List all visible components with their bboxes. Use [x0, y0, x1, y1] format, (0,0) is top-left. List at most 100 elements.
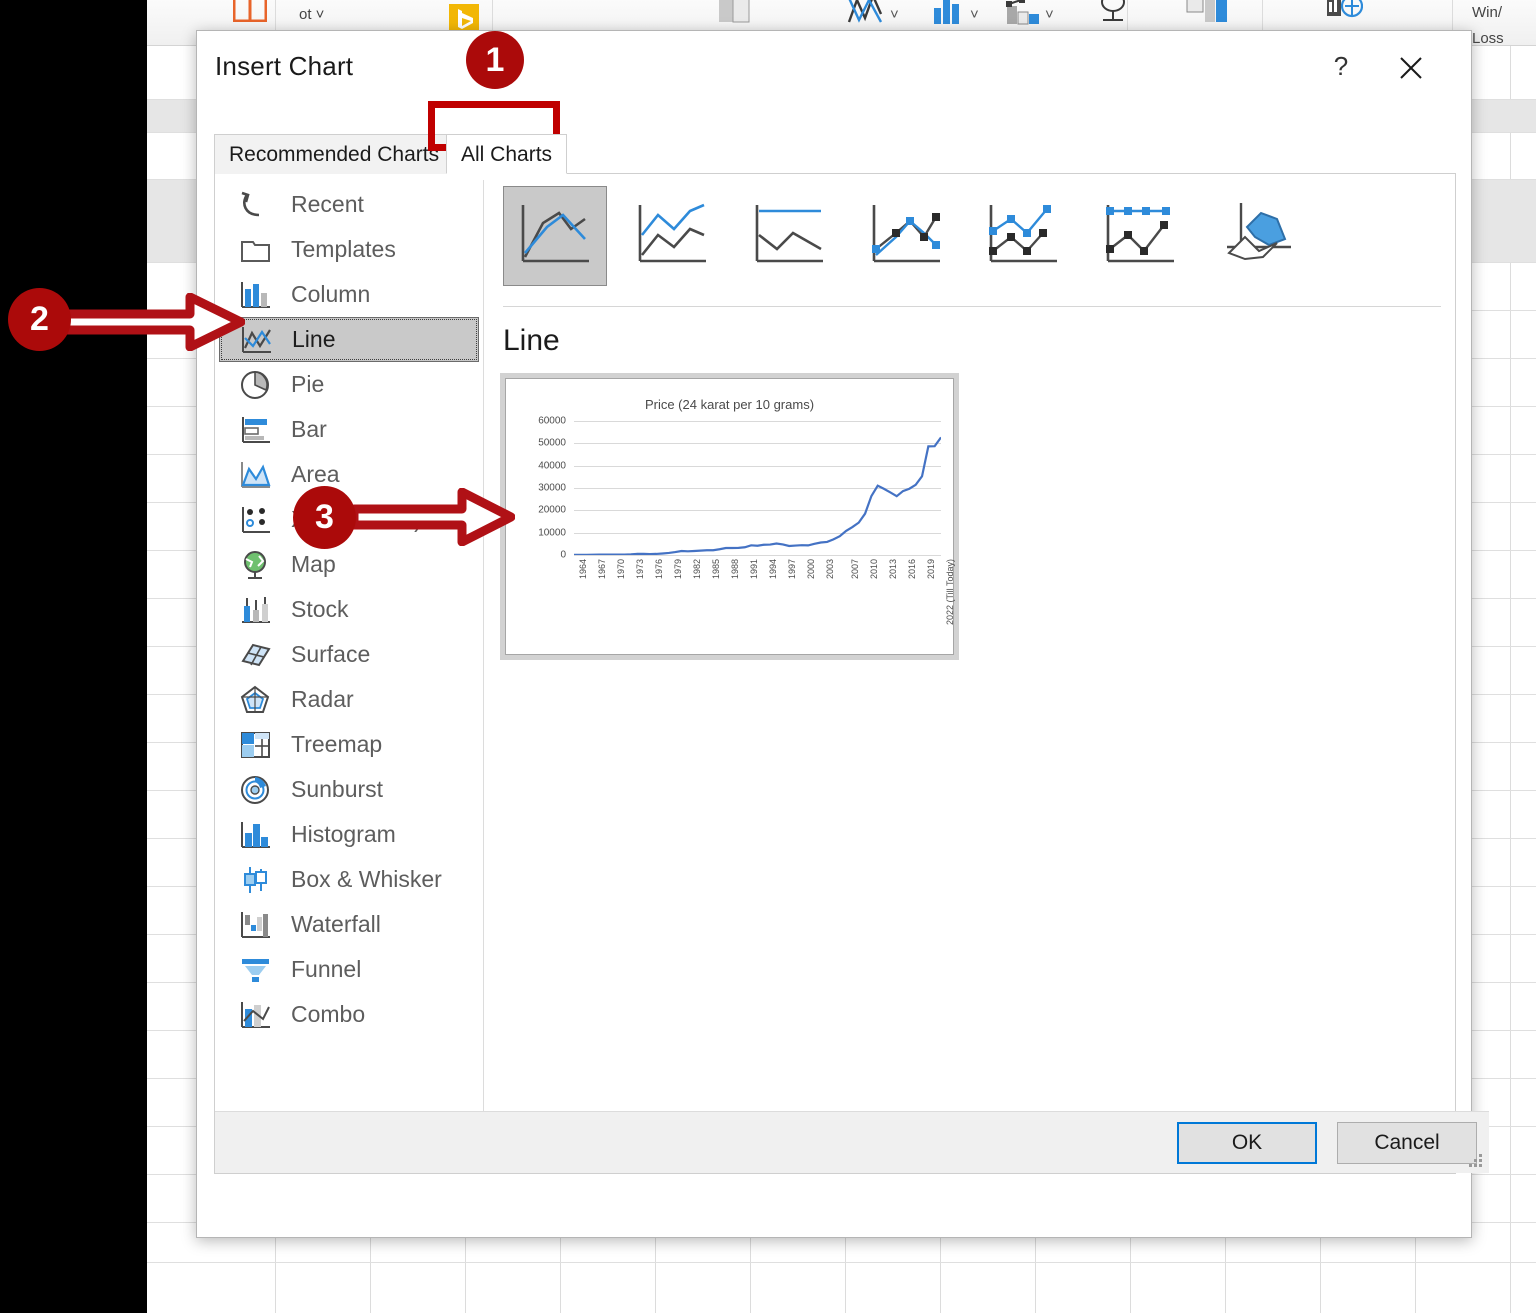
sidebar-item-bar[interactable]: Bar — [219, 407, 479, 452]
sidebar-item-label: Treemap — [291, 731, 382, 758]
ok-button[interactable]: OK — [1177, 1122, 1317, 1164]
chart-x-tick-label: 1970 — [616, 559, 626, 579]
insert-chart-dialog: Insert Chart ? Recommended Charts All Ch… — [196, 30, 1472, 1238]
chart-plot-area: 0100002000030000400005000060000 — [574, 421, 941, 555]
pie-chart-icon — [239, 369, 273, 401]
chart-x-tick-label: 2003 — [825, 559, 835, 579]
chart-x-tick-label: 2022 (Till Today) — [945, 559, 955, 625]
sidebar-item-radar[interactable]: Radar — [219, 677, 479, 722]
stock-chart-icon — [239, 594, 273, 626]
line-chart-dropdown-icon[interactable]: ˅ — [890, 6, 899, 23]
chart-x-tick-label: 1982 — [692, 559, 702, 579]
sidebar-item-label: Waterfall — [291, 911, 381, 938]
sidebar-item-histogram[interactable]: Histogram — [219, 812, 479, 857]
preview-heading: Line — [503, 324, 560, 358]
column-chart-dropdown-icon[interactable]: ˅ — [970, 6, 979, 23]
line-chart-ribbon-icon[interactable] — [847, 0, 885, 31]
annotation-arrow-2 — [60, 293, 245, 356]
sidebar-item-label: Column — [291, 281, 370, 308]
chart-x-tick-label: 1997 — [787, 559, 797, 579]
combo-chart-icon — [239, 999, 273, 1031]
sidebar-item-treemap[interactable]: Treemap — [219, 722, 479, 767]
scatter-chart-icon — [239, 504, 273, 536]
sidebar-item-box-whisker[interactable]: Box & Whisker — [219, 857, 479, 902]
sidebar-item-label: Surface — [291, 641, 370, 668]
chart-x-axis-labels: 1964196719701973197619791982198519881991… — [574, 559, 941, 649]
chart-subtype-thumbnails — [503, 186, 1443, 296]
sidebar-item-label: Templates — [291, 236, 396, 263]
thumbnail-line[interactable] — [503, 186, 607, 286]
chart-x-tick-label: 1967 — [597, 559, 607, 579]
ribbon-label-winloss-2: Loss — [1472, 30, 1504, 47]
annotation-marker-2: 2 — [8, 288, 71, 351]
sidebar-item-label: Map — [291, 551, 336, 578]
chart-y-tick-label: 50000 — [538, 438, 566, 449]
treemap-chart-icon — [239, 729, 273, 761]
column-chart-ribbon-icon[interactable] — [931, 0, 967, 31]
sidebar-item-funnel[interactable]: Funnel — [219, 947, 479, 992]
sparkline-ribbon-icon[interactable] — [1325, 0, 1363, 29]
chart-x-tick-label: 1979 — [673, 559, 683, 579]
chart-x-tick-label: 2000 — [806, 559, 816, 579]
ribbon-label-winloss-1: Win/ — [1472, 4, 1502, 21]
map-chart-ribbon-icon[interactable] — [717, 0, 751, 31]
sidebar-item-recent[interactable]: Recent — [219, 182, 479, 227]
sidebar-item-label: Bar — [291, 416, 327, 443]
chart-x-tick-label: 1964 — [578, 559, 588, 579]
thumbnail-100-stacked-line[interactable] — [737, 186, 841, 286]
sidebar-item-line[interactable]: Line — [219, 317, 479, 362]
sidebar-item-templates[interactable]: Templates — [219, 227, 479, 272]
hierarchy-chart-ribbon-icon[interactable] — [1005, 0, 1043, 31]
chart-preview[interactable]: Price (24 karat per 10 grams) 0100002000… — [505, 378, 954, 655]
sidebar-item-sunburst[interactable]: Sunburst — [219, 767, 479, 812]
chart-x-tick-label: 2013 — [888, 559, 898, 579]
hierarchy-chart-dropdown-icon[interactable]: ˅ — [1045, 6, 1054, 23]
funnel-chart-icon — [239, 954, 273, 986]
sidebar-item-label: Area — [291, 461, 340, 488]
resize-grip-icon[interactable] — [1469, 1154, 1483, 1168]
page-title: Insert Chart — [215, 51, 353, 82]
radar-chart-icon — [239, 684, 273, 716]
folder-icon — [239, 234, 273, 266]
cancel-button[interactable]: Cancel — [1337, 1122, 1477, 1164]
chart-y-tick-label: 30000 — [538, 483, 566, 494]
addins-icon[interactable] — [233, 0, 267, 27]
screen-left-black-strip — [0, 0, 147, 1313]
waterfall-chart-icon — [239, 909, 273, 941]
annotation-marker-3: 3 — [293, 486, 356, 549]
histogram-chart-icon — [239, 819, 273, 851]
thumbnail-stacked-line[interactable] — [620, 186, 724, 286]
help-icon[interactable]: ? — [1321, 47, 1361, 85]
sidebar-item-stock[interactable]: Stock — [219, 587, 479, 632]
chart-x-tick-label: 1976 — [654, 559, 664, 579]
line-chart-icon — [240, 324, 274, 356]
chart-y-tick-label: 40000 — [538, 460, 566, 471]
surface-chart-icon — [239, 639, 273, 671]
sidebar-item-column[interactable]: Column — [219, 272, 479, 317]
tab-recommended-charts[interactable]: Recommended Charts — [214, 134, 454, 174]
tab-all-charts[interactable]: All Charts — [446, 134, 567, 174]
close-icon[interactable] — [1389, 47, 1433, 85]
chart-x-tick-label: 1985 — [711, 559, 721, 579]
sidebar-item-pie[interactable]: Pie — [219, 362, 479, 407]
sidebar-item-label: Funnel — [291, 956, 361, 983]
sidebar-item-label: Recent — [291, 191, 364, 218]
sunburst-chart-icon — [239, 774, 273, 806]
sidebar-item-waterfall[interactable]: Waterfall — [219, 902, 479, 947]
thumbnail-stacked-line-with-markers[interactable] — [971, 186, 1075, 286]
chart-y-tick-label: 20000 — [538, 505, 566, 516]
thumbnails-divider — [503, 306, 1441, 307]
thumbnail-line-with-markers[interactable] — [854, 186, 958, 286]
thumbnail-100-stacked-line-with-markers[interactable] — [1088, 186, 1192, 286]
map-globe-ribbon-icon[interactable] — [1095, 0, 1131, 31]
bar-chart-icon — [239, 414, 273, 446]
dialog-footer: OK Cancel — [215, 1111, 1489, 1173]
chart-y-tick-label: 10000 — [538, 527, 566, 538]
pivotchart-ribbon-icon[interactable] — [1185, 0, 1229, 31]
thumbnail-3d-line[interactable] — [1205, 186, 1309, 286]
sidebar-item-combo[interactable]: Combo — [219, 992, 479, 1037]
sidebar-item-surface[interactable]: Surface — [219, 632, 479, 677]
chart-line-series — [574, 421, 941, 555]
sidebar-item-label: Sunburst — [291, 776, 383, 803]
chart-type-sidebar: Recent Templates Column — [219, 182, 479, 1037]
